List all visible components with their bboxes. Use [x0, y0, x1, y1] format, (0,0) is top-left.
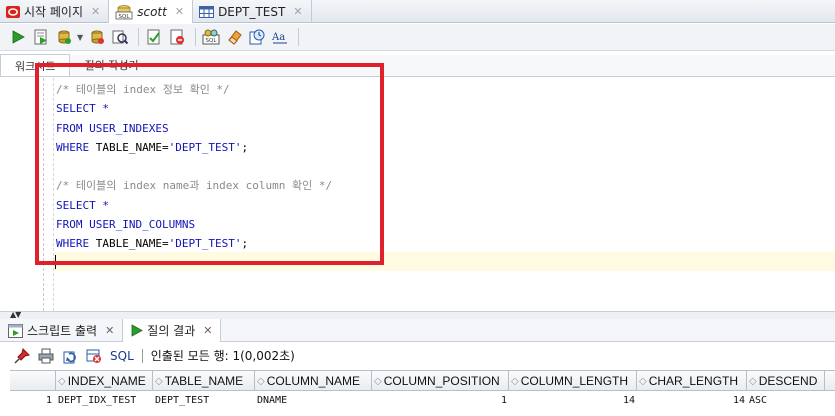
table-icon [199, 5, 215, 18]
sort-icon[interactable]: ◇ [639, 376, 647, 387]
oracle-start-icon [6, 5, 20, 19]
fetch-status: 인출된 모든 행: 1(0,002초) [150, 349, 295, 363]
table-cell[interactable]: 14 [509, 391, 637, 410]
worksheet-toolbar: ▼ SQL Aa [0, 24, 835, 51]
column-header[interactable]: ◇ INDEX_NAME [56, 371, 153, 391]
sort-icon[interactable]: ◇ [749, 376, 757, 387]
script-output-icon [8, 323, 23, 338]
grid-header: ◇ INDEX_NAME ◇ TABLE_NAME ◇ COLUMN_NAME ◇ CO… [10, 370, 835, 391]
tab-label: 시작 페이지 [24, 5, 84, 19]
document-tab-bar: 시작 페이지 ✕ SQL scott ✕ DEPT_TEST ✕ [0, 0, 835, 23]
table-cell[interactable]: DEPT_IDX_TEST [56, 391, 153, 410]
tab-label: DEPT_TEST [218, 4, 286, 19]
run-statement-icon[interactable] [8, 27, 28, 47]
sort-icon[interactable]: ◇ [374, 376, 382, 387]
tab-start-page[interactable]: 시작 페이지 ✕ [0, 0, 110, 23]
tab-dept-test[interactable]: DEPT_TEST ✕ [193, 0, 312, 23]
editor-gutter [0, 78, 38, 311]
close-icon[interactable]: ✕ [203, 324, 212, 337]
close-icon[interactable]: ✕ [293, 5, 302, 18]
table-cell[interactable]: 1 [372, 391, 509, 410]
row-number-header [10, 371, 56, 391]
column-header[interactable]: ◇ TABLE_NAME [153, 371, 255, 391]
svg-text:SQL: SQL [206, 38, 218, 44]
svg-text:SQL: SQL [119, 14, 131, 20]
results-toolbar: SQL 인출된 모든 행: 1(0,002초) [0, 343, 835, 368]
refresh-icon[interactable] [60, 346, 80, 366]
print-icon[interactable] [36, 346, 56, 366]
rollback-icon[interactable] [87, 27, 107, 47]
sql-connection-icon: SQL [115, 4, 133, 20]
pin-icon[interactable] [12, 346, 32, 366]
autotrace-icon[interactable] [144, 27, 164, 47]
column-header[interactable]: ◇ COLUMN_POSITION [372, 371, 509, 391]
column-header[interactable]: ◇ CHAR_LENGTH [637, 371, 747, 391]
eraser-icon[interactable] [224, 27, 244, 47]
table-cell[interactable]: ASC [747, 391, 825, 410]
splitter-arrows-icon[interactable]: ▲▼ [10, 310, 21, 319]
sql-button[interactable]: SQL [110, 349, 134, 363]
results-grid[interactable]: ◇ INDEX_NAME ◇ TABLE_NAME ◇ COLUMN_NAME ◇ CO… [10, 370, 835, 410]
commit-icon[interactable] [54, 27, 74, 47]
chevron-down-icon[interactable]: ▼ [77, 33, 83, 42]
tab-label: scott [137, 4, 167, 19]
tab-query-result[interactable]: 질의 결과 ✕ [122, 319, 222, 342]
toolbar-divider [141, 348, 143, 363]
output-tab-bar: 스크립트 출력 ✕ 질의 결과 ✕ [0, 319, 835, 342]
annotation-highlight-box [35, 63, 384, 265]
table-cell[interactable]: 14 [637, 391, 747, 410]
close-icon[interactable]: ✕ [91, 5, 100, 18]
tab-script-output[interactable]: 스크립트 출력 ✕ [0, 319, 122, 342]
column-header[interactable]: ◇ COLUMN_LENGTH [509, 371, 637, 391]
toolbar-divider [298, 28, 300, 46]
explain-plan-icon[interactable] [110, 27, 130, 47]
run-script-icon[interactable] [31, 27, 51, 47]
column-header[interactable]: ◇ COLUMN_NAME [255, 371, 372, 391]
clear-history-icon[interactable] [167, 27, 187, 47]
run-icon [131, 324, 144, 337]
sort-icon[interactable]: ◇ [155, 376, 163, 387]
format-case-icon[interactable]: Aa [270, 27, 290, 47]
row-number: 1 [10, 391, 56, 410]
svg-text:Aa: Aa [271, 32, 285, 43]
column-header[interactable]: ◇ DESCEND [747, 371, 825, 391]
table-row[interactable]: 1 DEPT_IDX_TEST DEPT_TEST DNAME 1 14 14 … [10, 391, 835, 410]
sql-tuning-icon[interactable]: SQL [201, 27, 221, 47]
cancel-query-icon[interactable] [84, 346, 104, 366]
close-icon[interactable]: ✕ [105, 324, 114, 337]
tab-label: 스크립트 출력 [27, 324, 98, 338]
sort-icon[interactable]: ◇ [58, 376, 66, 387]
toolbar-divider [138, 28, 140, 46]
toolbar-divider [195, 28, 197, 46]
tab-label: 질의 결과 [147, 324, 196, 338]
history-icon[interactable] [247, 27, 267, 47]
table-cell[interactable]: DNAME [255, 391, 372, 410]
close-icon[interactable]: ✕ [175, 5, 184, 18]
tab-scott[interactable]: SQL scott ✕ [109, 0, 194, 23]
panel-splitter[interactable]: ▲▼ [0, 310, 835, 319]
table-cell[interactable]: DEPT_TEST [153, 391, 255, 410]
sort-icon[interactable]: ◇ [257, 376, 265, 387]
sort-icon[interactable]: ◇ [511, 376, 519, 387]
